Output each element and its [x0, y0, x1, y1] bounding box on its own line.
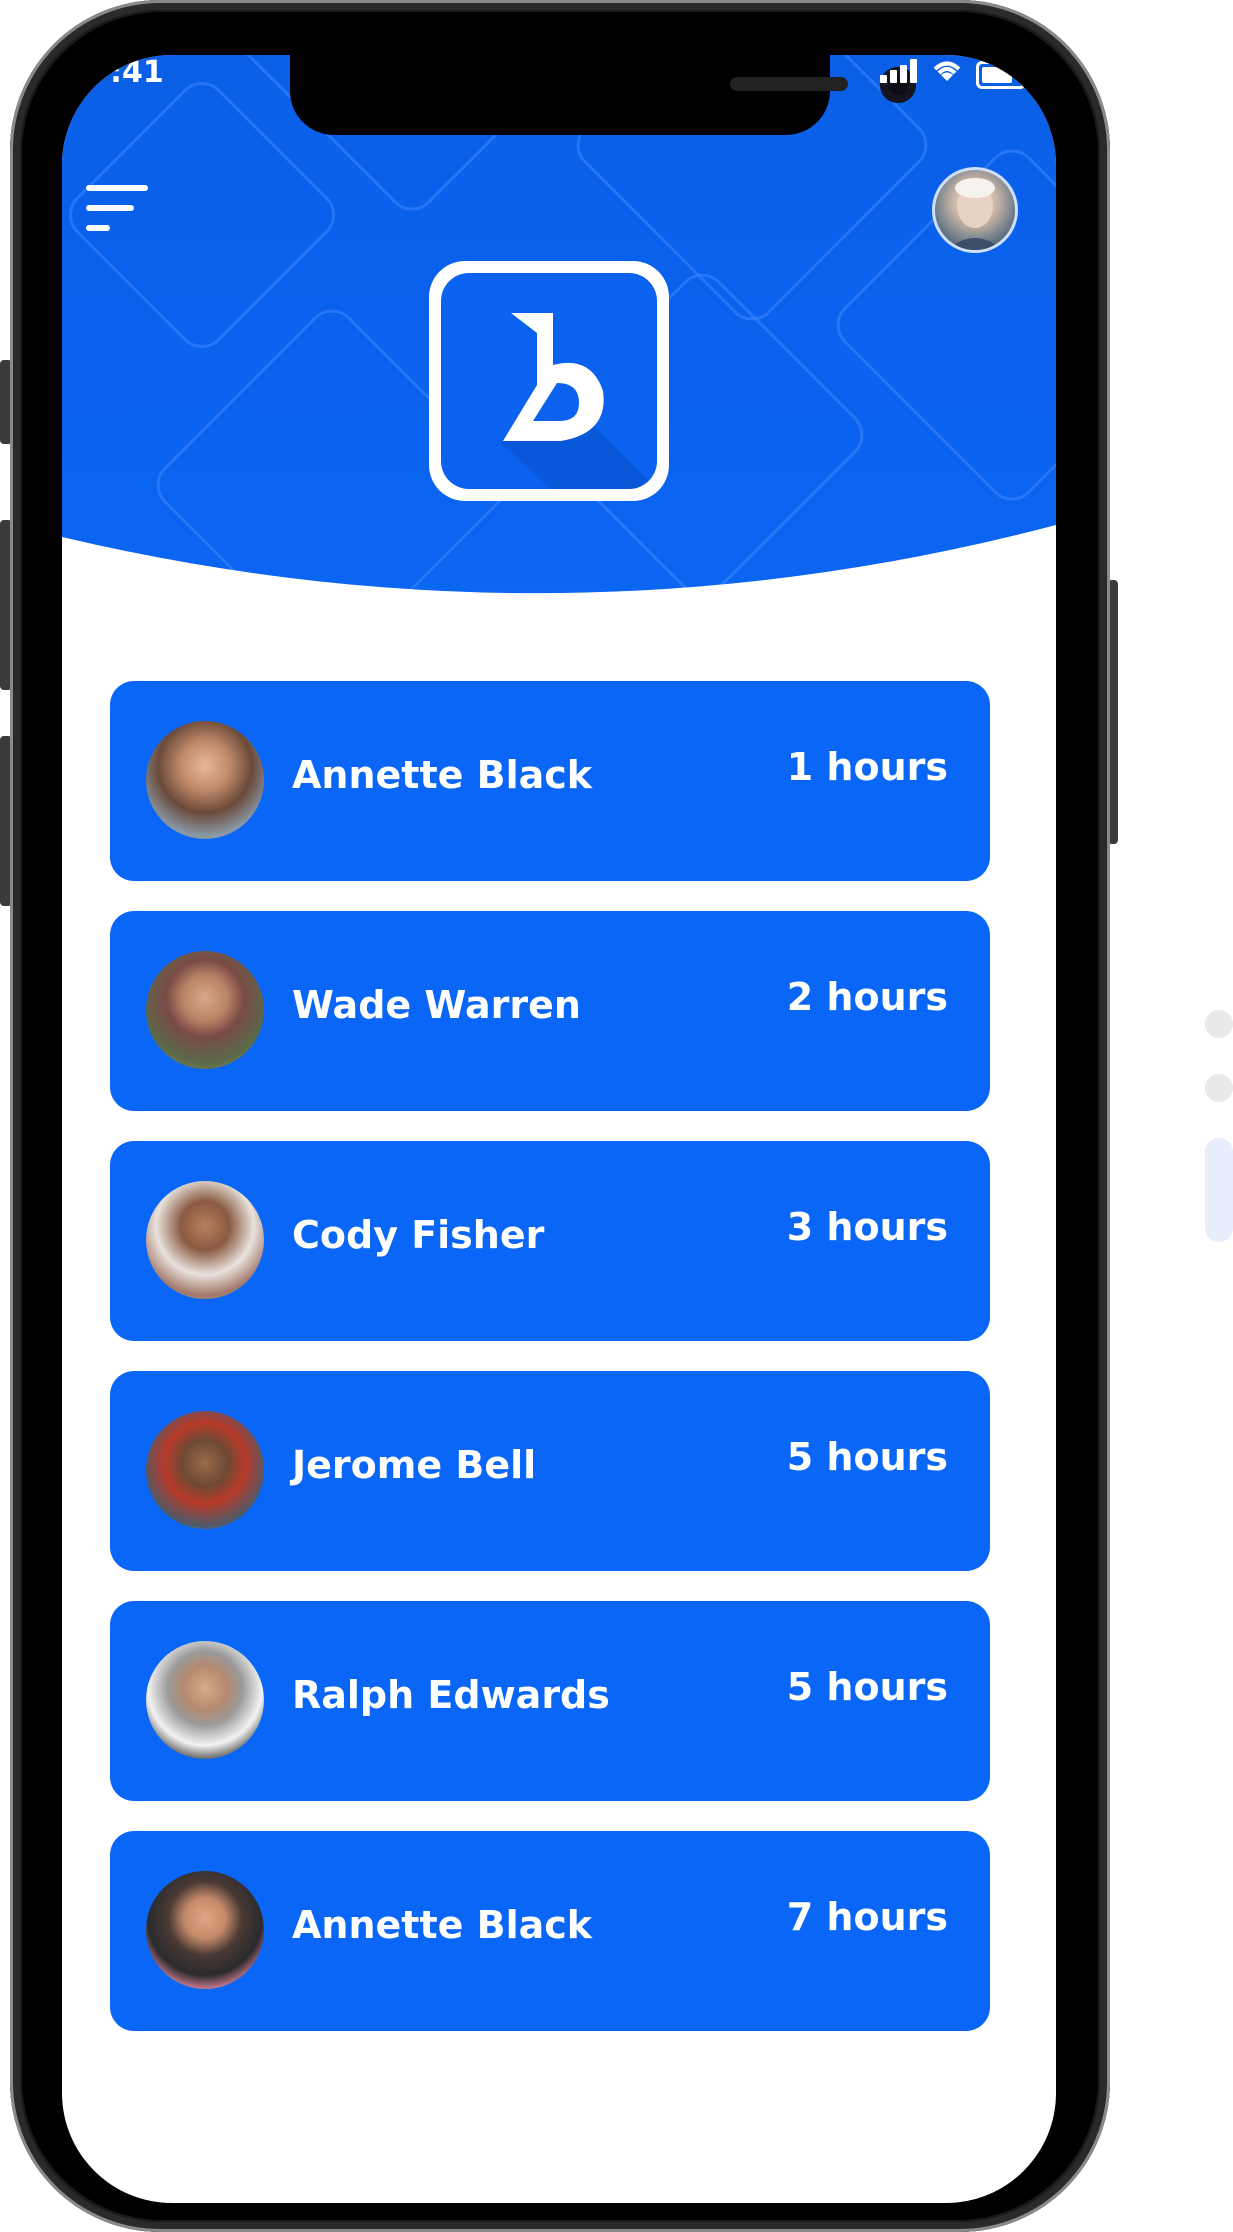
earpiece-speaker — [730, 77, 848, 91]
cellular-signal-icon — [880, 59, 918, 90]
list-item[interactable]: Ralph Edwards 5 hours — [110, 1601, 990, 1801]
avatar — [146, 1411, 264, 1529]
user-name: Ralph Edwards — [292, 1673, 610, 1717]
duration-label: 2 hours — [786, 975, 948, 1019]
avatar — [146, 721, 264, 839]
page-dot[interactable] — [1205, 1074, 1233, 1102]
list-item[interactable]: Annette Black 7 hours — [110, 1831, 990, 2031]
user-name: Annette Black — [292, 1903, 593, 1947]
list-item[interactable]: Jerome Bell 5 hours — [110, 1371, 990, 1571]
page-dot[interactable] — [1205, 1010, 1233, 1038]
profile-avatar[interactable] — [932, 167, 1018, 253]
duration-label: 7 hours — [786, 1895, 948, 1939]
user-name: Cody Fisher — [292, 1213, 545, 1257]
menu-button[interactable] — [86, 185, 150, 241]
header-background: :41 — [62, 55, 1056, 615]
duration-label: 1 hours — [786, 745, 948, 789]
user-hours-list: Annette Black 1 hours Wade Warren 2 hour… — [110, 681, 990, 2061]
list-item[interactable]: Cody Fisher 3 hours — [110, 1141, 990, 1341]
duration-label: 5 hours — [786, 1435, 948, 1479]
phone-notch — [290, 55, 916, 135]
page-dot-active[interactable] — [1205, 1138, 1233, 1242]
user-name: Jerome Bell — [292, 1443, 537, 1487]
user-name: Wade Warren — [292, 983, 581, 1027]
app-logo — [429, 261, 669, 501]
logo-b-icon — [501, 313, 657, 489]
menu-line-middle — [86, 205, 134, 211]
status-icons — [880, 59, 1026, 90]
menu-line-bottom — [86, 225, 110, 231]
avatar — [146, 951, 264, 1069]
avatar — [146, 1641, 264, 1759]
wifi-icon — [930, 59, 964, 90]
avatar — [146, 1871, 264, 1989]
menu-line-top — [86, 185, 148, 191]
avatar — [146, 1181, 264, 1299]
status-time: :41 — [110, 55, 164, 90]
user-name: Annette Black — [292, 753, 593, 797]
battery-icon — [976, 60, 1026, 89]
app-screen: :41 Annette Black 1 hours Wade Warren 2 … — [62, 55, 1056, 2203]
list-item[interactable]: Annette Black 1 hours — [110, 681, 990, 881]
duration-label: 5 hours — [786, 1665, 948, 1709]
profile-face-icon — [947, 178, 1003, 250]
duration-label: 3 hours — [786, 1205, 948, 1249]
list-item[interactable]: Wade Warren 2 hours — [110, 911, 990, 1111]
